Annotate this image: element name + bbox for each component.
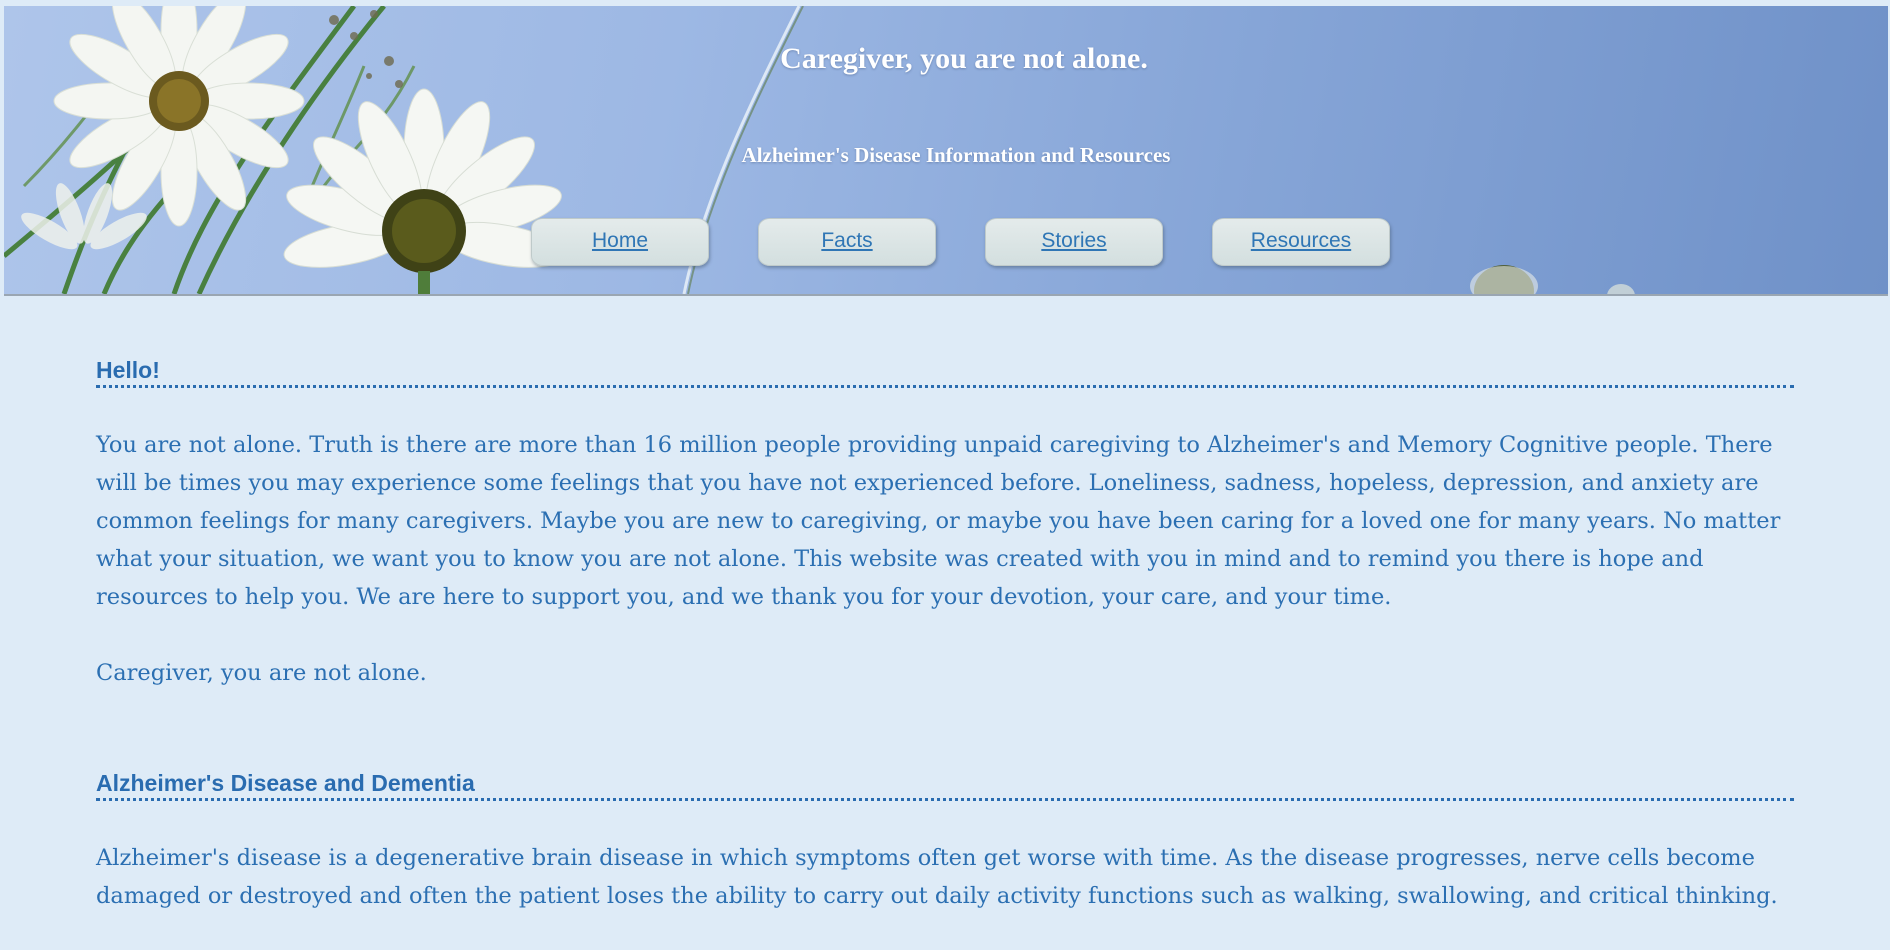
hello-closing-line: Caregiver, you are not alone.	[96, 660, 427, 686]
nav-stories-button[interactable]: Stories	[985, 218, 1163, 266]
section-hello: Hello! You are not alone. Truth is there…	[96, 356, 1794, 692]
nav-home-button[interactable]: Home	[531, 218, 709, 266]
section-alzheimers: Alzheimer's Disease and Dementia Alzheim…	[96, 769, 1794, 915]
site-title: Caregiver, you are not alone.	[780, 42, 1148, 75]
site-subtitle: Alzheimer's Disease Information and Reso…	[741, 143, 1171, 167]
main-content: Hello! You are not alone. Truth is there…	[96, 356, 1794, 915]
hello-paragraph: You are not alone. Truth is there are mo…	[96, 432, 1781, 610]
nav-facts-button[interactable]: Facts	[758, 218, 936, 266]
header-banner: Caregiver, you are not alone. Alzheimer'…	[4, 6, 1888, 296]
alzheimers-paragraph: Alzheimer's disease is a degenerative br…	[96, 845, 1778, 909]
main-nav: Home Facts Stories Resources	[4, 212, 1888, 266]
page: Caregiver, you are not alone. Alzheimer'…	[0, 0, 1890, 950]
section-heading-alzheimers: Alzheimer's Disease and Dementia	[96, 769, 1794, 801]
nav-resources-button[interactable]: Resources	[1212, 218, 1390, 266]
section-heading-hello: Hello!	[96, 356, 1794, 388]
